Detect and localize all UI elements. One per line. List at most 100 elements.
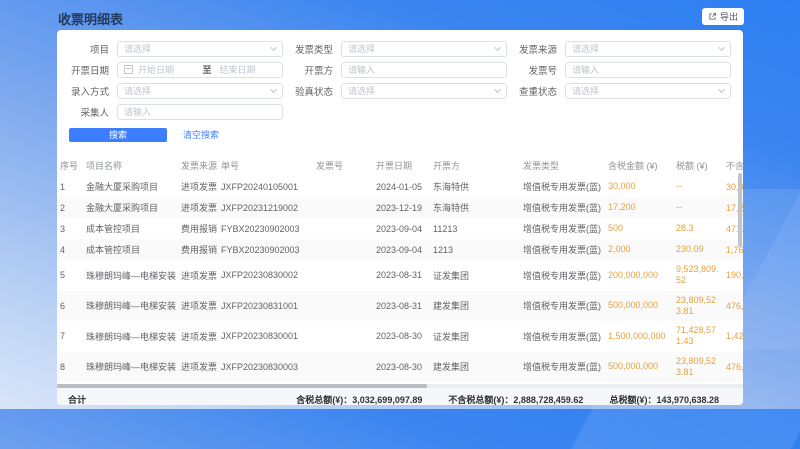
cell-type: 增值税专用发票(蓝) xyxy=(520,352,605,383)
cell-issuer: 建发集团 xyxy=(430,352,520,383)
issuer-input[interactable]: 请输入 xyxy=(341,62,507,78)
cell-amount-with-tax: 17,200 xyxy=(605,197,673,218)
cell-no: 4 xyxy=(57,239,83,260)
export-label: 导出 xyxy=(720,10,738,23)
cell-amount-no-tax: 476,190,476.19 xyxy=(723,352,743,383)
cell-project: 珠穆朗玛峰—电梯安装 xyxy=(83,260,178,291)
entry-method-select[interactable]: 请选择 xyxy=(117,83,283,99)
table-row[interactable]: 7 珠穆朗玛峰—电梯安装 进项发票 JXFP20230830001 2023-0… xyxy=(57,321,743,352)
summary-with-tax-value: 3,032,699,097.89 xyxy=(352,395,422,405)
cell-source: 进项发票 xyxy=(178,352,218,383)
collector-filter-label: 采集人 xyxy=(59,105,109,119)
col-header-amount-with-tax: 含税金额 (¥) xyxy=(605,155,673,176)
horizontal-scrollbar[interactable] xyxy=(57,384,743,388)
cell-project: 珠穆朗玛峰—电梯安装 xyxy=(83,352,178,383)
cell-source: 进项发票 xyxy=(178,176,218,197)
verify-status-select[interactable]: 请选择 xyxy=(341,83,507,99)
page-title: 收票明细表 xyxy=(58,9,123,28)
vertical-scrollbar[interactable] xyxy=(738,173,742,247)
cell-no: 1 xyxy=(57,176,83,197)
project-select[interactable]: 请选择 xyxy=(117,41,283,57)
col-header-type: 发票类型 xyxy=(520,155,605,176)
cell-invoice-no xyxy=(313,321,373,352)
col-header-order-no: 单号 xyxy=(218,155,313,176)
summary-total-tax: 总税额(¥)：143,970,638.28 xyxy=(609,393,719,406)
invoice-source-filter-label: 发票来源 xyxy=(507,42,557,56)
col-header-tax: 税额 (¥) xyxy=(673,155,723,176)
col-header-invoice-no: 发票号 xyxy=(313,155,373,176)
dup-check-status-select[interactable]: 请选择 xyxy=(565,83,731,99)
cell-amount-no-tax: 1,428,571,428.57 xyxy=(723,321,743,352)
export-button[interactable]: 导出 xyxy=(702,8,744,25)
table-row[interactable]: 3 成本管控项目 费用报销 FYBX20230902003 2023-09-04… xyxy=(57,218,743,239)
cell-date: 2023-09-04 xyxy=(373,239,430,260)
collector-input[interactable]: 请输入 xyxy=(117,104,283,120)
invoice-no-filter-label: 发票号 xyxy=(507,63,557,77)
cell-source: 进项发票 xyxy=(178,321,218,352)
cell-project: 珠穆朗玛峰—电梯安装 xyxy=(83,291,178,322)
cell-date: 2024-01-05 xyxy=(373,176,430,197)
cell-source: 费用报销 xyxy=(178,239,218,260)
cell-tax: 230.09 xyxy=(673,239,723,260)
entry-method-filter-label: 录入方式 xyxy=(59,84,109,98)
cell-tax: -- xyxy=(673,176,723,197)
date-end-placeholder: 结束日期 xyxy=(220,63,277,76)
cell-amount-no-tax: 190,476,190.48 xyxy=(723,260,743,291)
project-select-placeholder: 请选择 xyxy=(124,42,271,55)
chevron-down-icon xyxy=(270,85,277,92)
cell-order-no: JXFP20230831001 xyxy=(218,291,313,322)
invoice-source-select[interactable]: 请选择 xyxy=(565,41,731,57)
cell-order-no: FYBX20230902003 xyxy=(218,218,313,239)
col-header-no: 序号 xyxy=(57,155,83,176)
horizontal-scrollbar-thumb[interactable] xyxy=(57,384,427,388)
chevron-down-icon xyxy=(494,43,501,50)
cell-tax: 23,809,523.81 xyxy=(673,352,723,383)
table-row[interactable]: 2 金融大厦采购项目 进项发票 JXFP20231219002 2023-12-… xyxy=(57,197,743,218)
chevron-down-icon xyxy=(718,43,725,50)
project-filter-label: 项目 xyxy=(59,42,109,56)
table-row[interactable]: 8 珠穆朗玛峰—电梯安装 进项发票 JXFP20230830003 2023-0… xyxy=(57,352,743,383)
cell-invoice-no xyxy=(313,176,373,197)
search-button[interactable]: 搜索 xyxy=(69,128,167,142)
cell-no: 7 xyxy=(57,321,83,352)
calendar-icon xyxy=(124,65,133,74)
cell-date: 2023-08-30 xyxy=(373,321,430,352)
cell-date: 2023-12-19 xyxy=(373,197,430,218)
cell-issuer: 东海特供 xyxy=(430,176,520,197)
cell-order-no: JXFP20240105001 xyxy=(218,176,313,197)
invoice-no-input[interactable]: 请输入 xyxy=(565,62,731,78)
cell-invoice-no xyxy=(313,239,373,260)
verify-status-filter-label: 验真状态 xyxy=(283,84,333,98)
col-header-date: 开票日期 xyxy=(373,155,430,176)
clear-search-link[interactable]: 清空搜索 xyxy=(183,128,219,141)
summary-no-tax-label: 不含税总额(¥)： xyxy=(448,395,513,405)
table-row[interactable]: 6 珠穆朗玛峰—电梯安装 进项发票 JXFP20230831001 2023-0… xyxy=(57,291,743,322)
table-row[interactable]: 4 成本管控项目 费用报销 FYBX20230902003 2023-09-04… xyxy=(57,239,743,260)
invoice-date-filter-label: 开票日期 xyxy=(59,63,109,77)
invoice-type-select-placeholder: 请选择 xyxy=(348,42,495,55)
cell-issuer: 证发集团 xyxy=(430,321,520,352)
summary-total-tax-value: 143,970,638.28 xyxy=(656,395,719,405)
cell-project: 金融大厦采购项目 xyxy=(83,176,178,197)
cell-amount-with-tax: 2,000 xyxy=(605,239,673,260)
date-start-placeholder: 开始日期 xyxy=(138,63,195,76)
cell-order-no: JXFP20230830001 xyxy=(218,321,313,352)
table-row[interactable]: 1 金融大厦采购项目 进项发票 JXFP20240105001 2024-01-… xyxy=(57,176,743,197)
col-header-source: 发票来源 xyxy=(178,155,218,176)
cell-invoice-no xyxy=(313,218,373,239)
invoice-type-select[interactable]: 请选择 xyxy=(341,41,507,57)
dup-check-status-select-placeholder: 请选择 xyxy=(572,84,719,97)
cell-type: 增值税专用发票(蓝) xyxy=(520,218,605,239)
cell-order-no: JXFP20231219002 xyxy=(218,197,313,218)
cell-type: 增值税专用发票(蓝) xyxy=(520,176,605,197)
summary-row: 合计 含税总额(¥)：3,032,699,097.89 不含税总额(¥)：2,8… xyxy=(57,388,743,405)
summary-with-tax: 含税总额(¥)：3,032,699,097.89 xyxy=(296,393,422,406)
cell-amount-with-tax: 500,000,000 xyxy=(605,291,673,322)
invoice-date-range-picker[interactable]: 开始日期 至 结束日期 xyxy=(117,62,283,78)
cell-amount-with-tax: 1,500,000,000 xyxy=(605,321,673,352)
issuer-filter-label: 开票方 xyxy=(283,63,333,77)
dup-check-status-filter-label: 查重状态 xyxy=(507,84,557,98)
cell-amount-with-tax: 500,000,000 xyxy=(605,352,673,383)
table-row[interactable]: 5 珠穆朗玛峰—电梯安装 进项发票 JXFP20230830002 2023-0… xyxy=(57,260,743,291)
cell-project: 珠穆朗玛峰—电梯安装 xyxy=(83,321,178,352)
